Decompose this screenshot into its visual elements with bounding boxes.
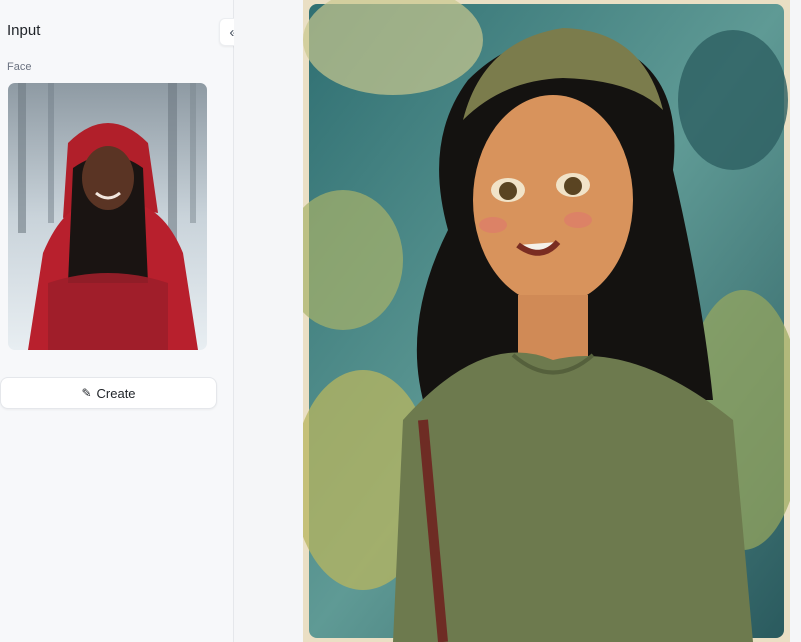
input-sidebar: Input « Face ✎ Cr xyxy=(0,0,248,642)
face-input-image[interactable] xyxy=(8,83,207,350)
face-label: Face xyxy=(7,61,32,73)
create-button-label: Create xyxy=(96,385,136,401)
right-gutter xyxy=(790,0,801,642)
create-button[interactable]: ✎ Create xyxy=(0,377,217,409)
face-photo xyxy=(8,83,207,350)
magic-wand-icon: ✎ xyxy=(81,386,92,400)
panel-title: Input xyxy=(7,22,41,39)
generated-portrait xyxy=(303,0,790,642)
divider-gutter xyxy=(234,0,303,642)
result-image[interactable] xyxy=(303,0,790,642)
